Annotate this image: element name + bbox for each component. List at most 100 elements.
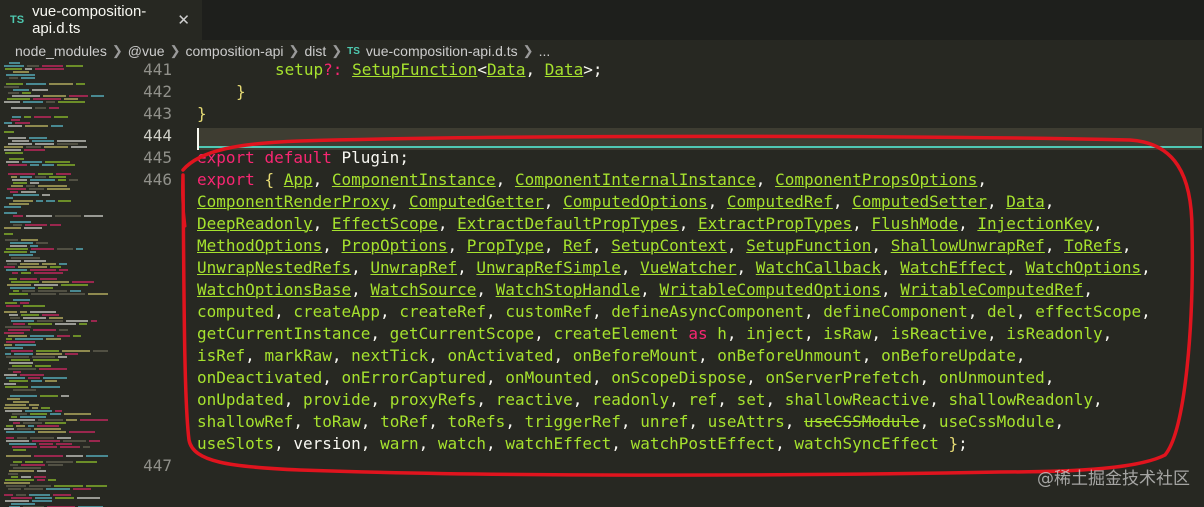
code-token: reactive (495, 390, 573, 409)
code-token: createElement (553, 324, 679, 343)
code-token: WatchOptions (1025, 258, 1142, 277)
minimap-line (58, 356, 67, 358)
minimap-line (28, 323, 52, 325)
minimap-line (60, 446, 80, 448)
breadcrumb-item[interactable]: composition-api (185, 43, 283, 59)
minimap-line (12, 95, 40, 97)
minimap-line (45, 161, 70, 163)
minimap-line (61, 395, 69, 397)
code-token: EffectScope (331, 214, 438, 233)
code-token: ToRefs (1064, 236, 1122, 255)
minimap-line (59, 269, 68, 271)
code-token: shallowReactive (784, 390, 930, 409)
code-token: Data (544, 60, 584, 79)
editor-tab[interactable]: TS vue-composition-api.d.ts ✕ (0, 0, 202, 40)
code-token: onBeforeUnmount (717, 346, 862, 365)
code-token: WatchSource (370, 280, 477, 299)
minimap-line (10, 242, 33, 244)
minimap-line (37, 425, 59, 427)
code-token: ExtractDefaultPropTypes (457, 214, 679, 233)
breadcrumb-trail[interactable]: ... (539, 43, 551, 59)
minimap-line (8, 368, 36, 370)
code-token: effectScope (1035, 302, 1142, 321)
minimap-line (11, 359, 30, 361)
code-token: onDeactivated (197, 368, 323, 387)
minimap-line (49, 176, 66, 178)
code-token: proxyRefs (389, 390, 477, 409)
line-number: 447 (143, 456, 172, 475)
code-editor[interactable]: 441 442 443 444 445 446 447 setup?: Setu… (112, 59, 1204, 507)
minimap-line (5, 386, 28, 388)
code-token: customRef (505, 302, 593, 321)
code-token: MethodOptions (197, 236, 323, 255)
code-line-446-wrap: export { App, ComponentInstance, Compone… (197, 169, 987, 191)
code-line-446-wrap: DeepReadonly, EffectScope, ExtractDefaul… (197, 213, 1103, 235)
minimap-line (64, 413, 91, 415)
minimap-line (31, 293, 56, 295)
code-token: , (331, 346, 342, 365)
minimap-line (12, 446, 37, 448)
code-line-441: setup?: SetupFunction<Data, Data>; (275, 59, 603, 81)
minimap-line (4, 149, 21, 151)
breadcrumb-file[interactable]: vue-composition-api.d.ts (366, 43, 518, 59)
minimap-line (46, 101, 55, 103)
code-area[interactable]: setup?: SetupFunction<Data, Data>; } } e… (197, 59, 1202, 507)
breadcrumb-item[interactable]: node_modules (15, 43, 107, 59)
close-icon[interactable]: ✕ (177, 11, 190, 29)
minimap-line (20, 176, 32, 178)
code-token: , (543, 192, 554, 211)
minimap[interactable] (0, 62, 112, 507)
code-token: defineComponent (823, 302, 968, 321)
code-token: , (688, 412, 699, 431)
minimap-line (4, 122, 12, 124)
minimap-line (5, 152, 23, 154)
minimap-line (57, 248, 73, 250)
minimap-line (11, 416, 17, 418)
code-token: WatchOptionsBase (197, 280, 352, 299)
code-token: onUpdated (197, 390, 284, 409)
code-token: SetupFunction (746, 236, 872, 255)
minimap-line (4, 332, 24, 334)
code-token: , (380, 302, 390, 321)
minimap-line (9, 203, 29, 205)
minimap-line (57, 164, 75, 166)
chevron-right-icon: ❯ (522, 43, 534, 58)
minimap-line (12, 179, 27, 181)
minimap-line (4, 494, 13, 496)
minimap-line (24, 149, 45, 151)
code-token: , (351, 258, 361, 277)
minimap-line (79, 323, 87, 325)
code-token: , (1054, 412, 1065, 431)
code-token: , (726, 324, 737, 343)
code-token: isRef (197, 346, 246, 365)
minimap-line (5, 326, 31, 328)
code-token: , (919, 368, 930, 387)
minimap-line (33, 359, 59, 361)
minimap-line (21, 314, 39, 316)
code-token: watch (437, 434, 487, 453)
minimap-line (6, 197, 13, 199)
code-token: , (803, 302, 814, 321)
code-token: , (476, 280, 487, 299)
breadcrumb-item[interactable]: dist (304, 43, 326, 59)
code-token: version (293, 434, 361, 453)
minimap-line (20, 374, 44, 376)
minimap-line (6, 377, 25, 379)
minimap-line (32, 356, 55, 358)
minimap-line (23, 101, 43, 103)
minimap-line (46, 488, 70, 490)
minimap-line (14, 353, 33, 355)
minimap-line (63, 440, 86, 442)
chevron-right-icon: ❯ (111, 43, 123, 58)
breadcrumb-item[interactable]: @vue (128, 43, 165, 59)
code-token: App (283, 170, 313, 189)
code-token: , (1044, 192, 1055, 211)
minimap-line (6, 437, 14, 439)
minimap-line (48, 479, 56, 481)
line-number: 442 (143, 82, 172, 101)
minimap-line (6, 425, 13, 427)
code-token: WritableComputedRef (900, 280, 1084, 299)
minimap-line (25, 68, 32, 70)
minimap-line (66, 455, 83, 457)
code-token: , (746, 368, 756, 387)
